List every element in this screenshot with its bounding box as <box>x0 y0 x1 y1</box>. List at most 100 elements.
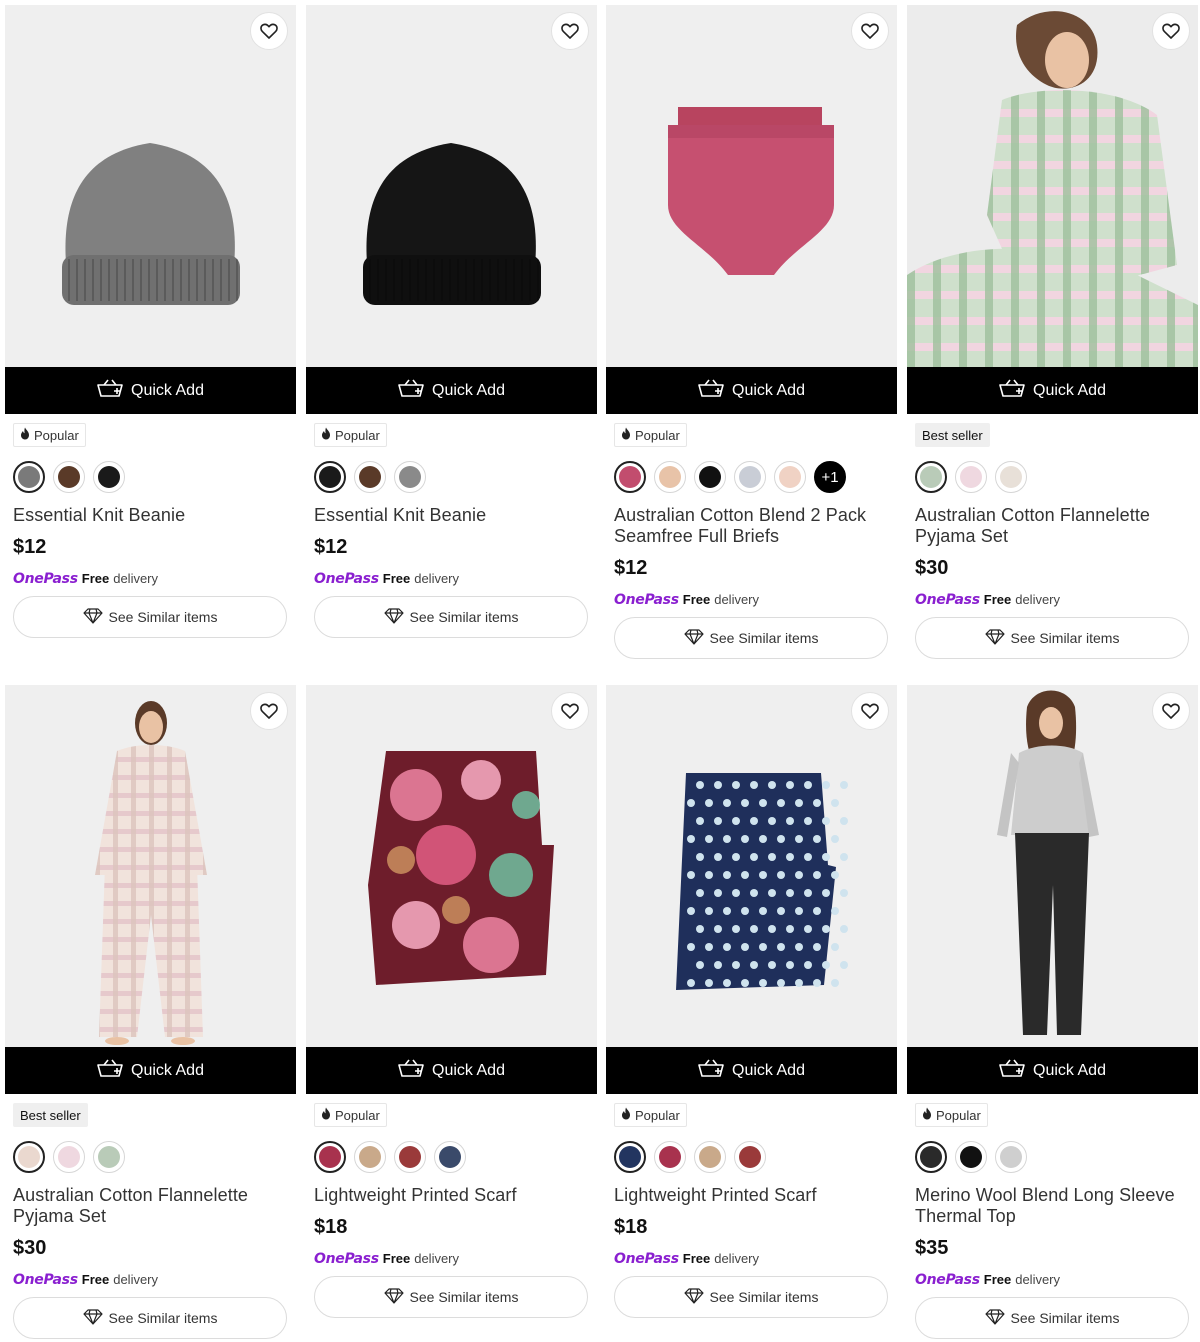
diamond-icon <box>683 1287 704 1307</box>
color-swatches <box>13 461 288 493</box>
color-swatches <box>915 1141 1190 1173</box>
color-swatch[interactable] <box>614 1141 646 1173</box>
product-price: $30 <box>13 1237 47 1259</box>
wishlist-heart-icon[interactable] <box>551 692 589 730</box>
color-swatches <box>314 461 589 493</box>
color-swatch[interactable] <box>614 461 646 493</box>
color-swatch[interactable] <box>774 461 806 493</box>
color-swatch[interactable] <box>734 1141 766 1173</box>
wishlist-heart-icon[interactable] <box>851 692 889 730</box>
product-name[interactable]: Essential Knit Beanie <box>13 505 288 526</box>
see-similar-button[interactable]: See Similar items <box>314 1276 588 1318</box>
product-image[interactable] <box>5 685 296 1047</box>
more-colors-button[interactable]: +1 <box>814 461 846 493</box>
product-name[interactable]: Australian Cotton Flannelette Pyjama Set <box>915 505 1190 547</box>
product-name[interactable]: Lightweight Printed Scarf <box>614 1185 889 1206</box>
quick-add-button[interactable]: Quick Add <box>606 367 897 414</box>
onepass-logo: OnePass <box>13 1272 78 1288</box>
color-swatch[interactable] <box>354 461 386 493</box>
see-similar-button[interactable]: See Similar items <box>13 596 287 638</box>
product-badge: Best seller <box>915 423 990 447</box>
color-swatch[interactable] <box>915 461 947 493</box>
see-similar-button[interactable]: See Similar items <box>915 1297 1189 1339</box>
quick-add-label: Quick Add <box>732 381 805 399</box>
quick-add-button[interactable]: Quick Add <box>907 367 1198 414</box>
color-swatch[interactable] <box>915 1141 947 1173</box>
quick-add-label: Quick Add <box>432 1061 505 1079</box>
color-swatch[interactable] <box>995 461 1027 493</box>
product-card: Quick Add Popular Lightweight Printed Sc… <box>306 685 597 1318</box>
wishlist-heart-icon[interactable] <box>1152 12 1190 50</box>
color-swatch[interactable] <box>314 461 346 493</box>
product-price: $12 <box>614 557 648 579</box>
color-swatches <box>13 1141 288 1173</box>
product-image[interactable] <box>306 5 597 367</box>
product-image[interactable] <box>606 5 897 367</box>
quick-add-button[interactable]: Quick Add <box>907 1047 1198 1094</box>
product-image[interactable] <box>907 685 1198 1047</box>
color-swatch[interactable] <box>53 461 85 493</box>
quick-add-label: Quick Add <box>1033 381 1106 399</box>
color-swatch[interactable] <box>694 1141 726 1173</box>
quick-add-button[interactable]: Quick Add <box>306 367 597 414</box>
color-swatch[interactable] <box>654 1141 686 1173</box>
product-price: $12 <box>13 536 47 558</box>
quick-add-button[interactable]: Quick Add <box>5 367 296 414</box>
product-name[interactable]: Merino Wool Blend Long Sleeve Thermal To… <box>915 1185 1190 1227</box>
product-image[interactable] <box>5 5 296 367</box>
diamond-icon <box>82 607 103 627</box>
quick-add-button[interactable]: Quick Add <box>5 1047 296 1094</box>
see-similar-button[interactable]: See Similar items <box>614 1276 888 1318</box>
color-swatch[interactable] <box>394 1141 426 1173</box>
wishlist-heart-icon[interactable] <box>851 12 889 50</box>
quick-add-button[interactable]: Quick Add <box>306 1047 597 1094</box>
wishlist-heart-icon[interactable] <box>250 692 288 730</box>
color-swatch[interactable] <box>694 461 726 493</box>
see-similar-button[interactable]: See Similar items <box>13 1297 287 1339</box>
color-swatch[interactable] <box>354 1141 386 1173</box>
product-price: $30 <box>915 557 949 579</box>
delivery-info: OnePass Free delivery <box>915 1272 1061 1288</box>
flame-icon <box>621 1107 631 1123</box>
see-similar-button[interactable]: See Similar items <box>314 596 588 638</box>
color-swatch[interactable] <box>13 461 45 493</box>
flame-icon <box>321 1107 331 1123</box>
delivery-info: OnePass Free delivery <box>314 1251 460 1267</box>
color-swatch[interactable] <box>53 1141 85 1173</box>
quick-add-button[interactable]: Quick Add <box>606 1047 897 1094</box>
product-name[interactable]: Australian Cotton Blend 2 Pack Seamfree … <box>614 505 889 547</box>
product-name[interactable]: Lightweight Printed Scarf <box>314 1185 589 1206</box>
diamond-icon <box>383 607 404 627</box>
product-image[interactable] <box>306 685 597 1047</box>
see-similar-button[interactable]: See Similar items <box>614 617 888 659</box>
color-swatch[interactable] <box>654 461 686 493</box>
color-swatch[interactable] <box>434 1141 466 1173</box>
color-swatch[interactable] <box>13 1141 45 1173</box>
see-similar-button[interactable]: See Similar items <box>915 617 1189 659</box>
color-swatch[interactable] <box>93 461 125 493</box>
flame-icon <box>922 1107 932 1123</box>
delivery-info: OnePass Free delivery <box>915 592 1061 608</box>
color-swatches <box>915 461 1190 493</box>
color-swatch[interactable] <box>394 461 426 493</box>
flame-icon <box>20 427 30 443</box>
delivery-info: OnePass Free delivery <box>614 1251 760 1267</box>
color-swatch[interactable] <box>995 1141 1027 1173</box>
color-swatch[interactable] <box>955 1141 987 1173</box>
color-swatch[interactable] <box>93 1141 125 1173</box>
wishlist-heart-icon[interactable] <box>1152 692 1190 730</box>
color-swatch[interactable] <box>734 461 766 493</box>
color-swatch[interactable] <box>314 1141 346 1173</box>
color-swatches <box>314 1141 589 1173</box>
product-name[interactable]: Australian Cotton Flannelette Pyjama Set <box>13 1185 288 1227</box>
wishlist-heart-icon[interactable] <box>551 12 589 50</box>
color-swatch[interactable] <box>955 461 987 493</box>
product-image[interactable] <box>606 685 897 1047</box>
product-image[interactable] <box>907 5 1198 367</box>
onepass-logo: OnePass <box>614 592 679 608</box>
wishlist-heart-icon[interactable] <box>250 12 288 50</box>
product-name[interactable]: Essential Knit Beanie <box>314 505 589 526</box>
onepass-logo: OnePass <box>13 571 78 587</box>
onepass-logo: OnePass <box>314 1251 379 1267</box>
product-badge: Best seller <box>13 1103 88 1127</box>
